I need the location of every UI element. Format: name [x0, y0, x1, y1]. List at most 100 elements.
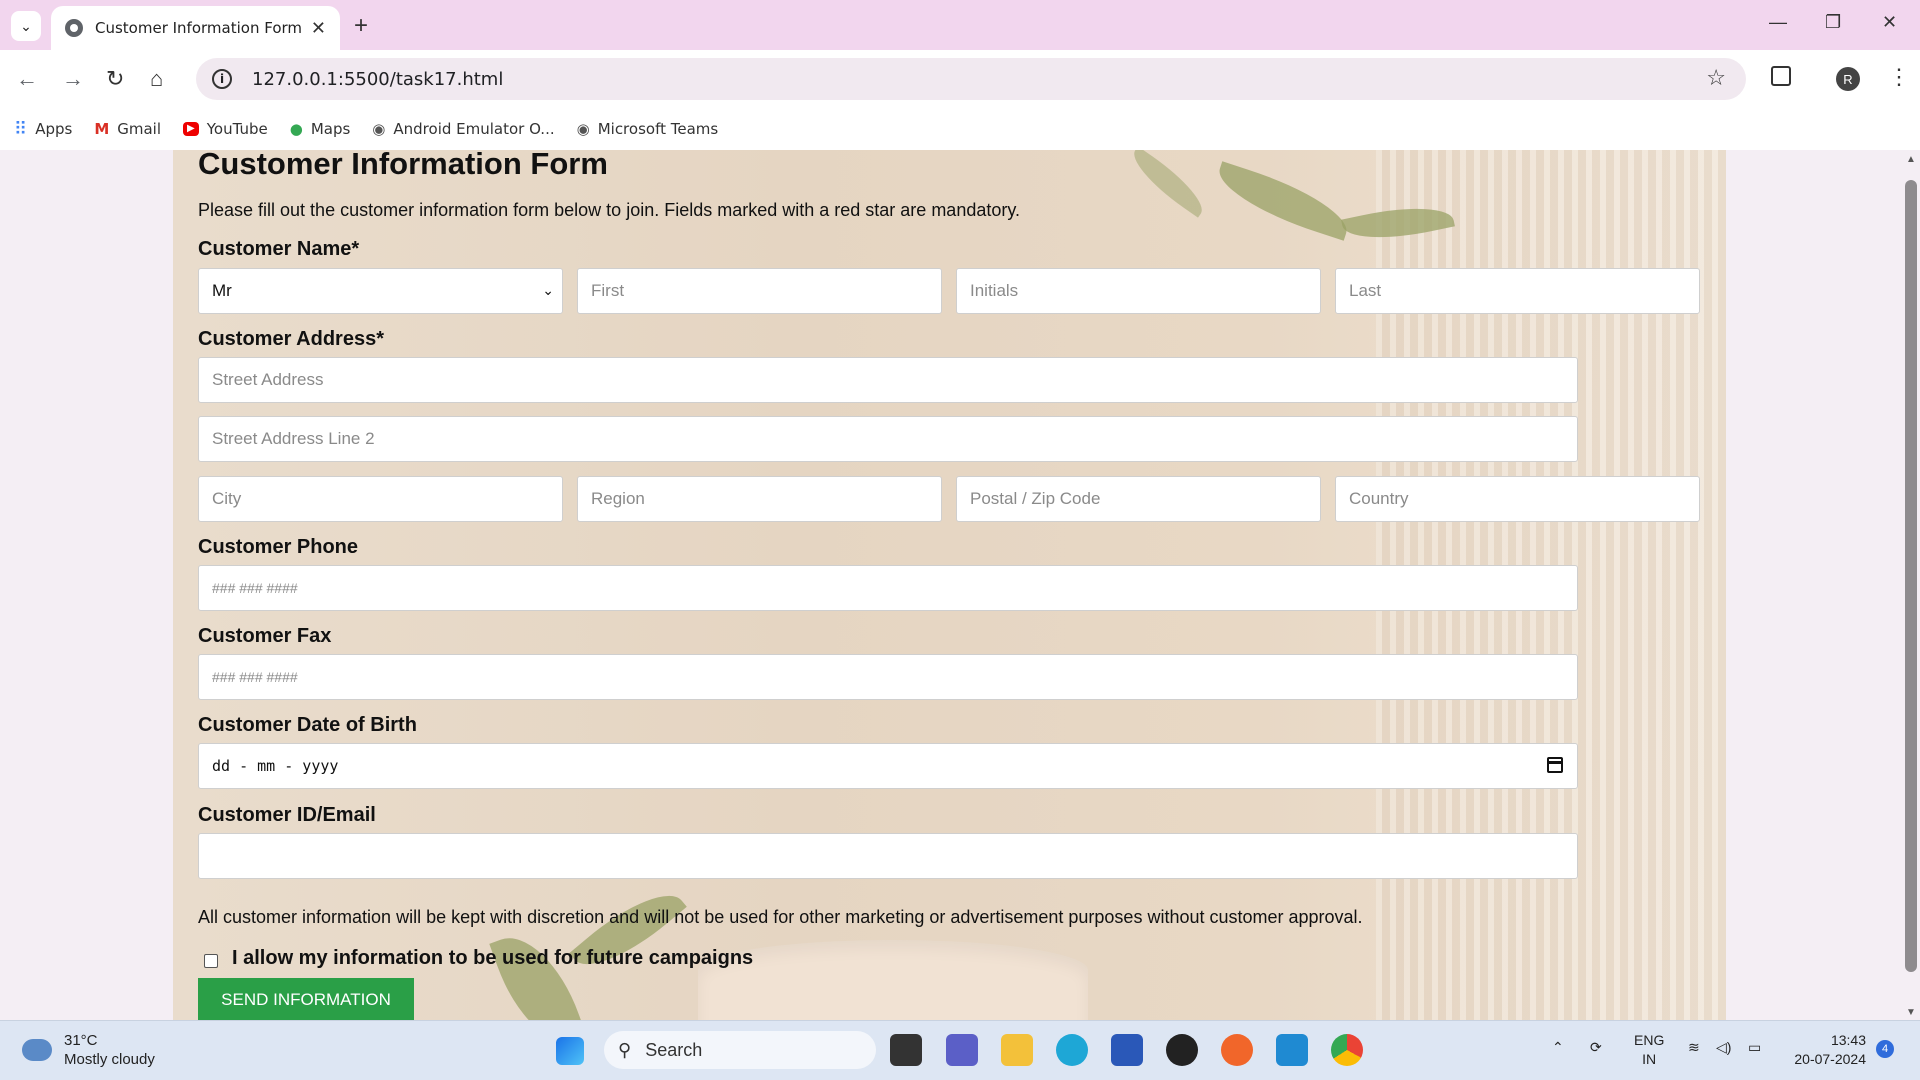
- bookmark-apps[interactable]: ⠿ Apps: [14, 119, 72, 140]
- calendar-icon[interactable]: [1547, 757, 1563, 773]
- firefox-icon[interactable]: [1221, 1034, 1253, 1066]
- taskbar-search[interactable]: ⚲ Search: [604, 1031, 876, 1069]
- new-tab-button[interactable]: +: [354, 12, 368, 40]
- chevron-up-icon[interactable]: ⌃: [1552, 1038, 1564, 1057]
- lang-bottom: IN: [1642, 1051, 1657, 1067]
- page-scrollbar[interactable]: ▲ ▼: [1902, 150, 1920, 1020]
- bookmark-label: Gmail: [117, 120, 162, 138]
- weather-widget[interactable]: 31°C Mostly cloudy: [22, 1031, 155, 1069]
- edge-icon[interactable]: [1056, 1034, 1088, 1066]
- file-explorer-icon[interactable]: [1001, 1034, 1033, 1066]
- lang-top: ENG: [1634, 1032, 1665, 1048]
- chevron-down-icon: ⌄: [20, 17, 32, 34]
- task-view-icon[interactable]: [890, 1034, 922, 1066]
- bookmark-star-icon[interactable]: ☆: [1706, 66, 1726, 91]
- wifi-icon[interactable]: ≋: [1688, 1038, 1700, 1057]
- chrome-icon[interactable]: [1331, 1034, 1363, 1066]
- scrollbar-thumb[interactable]: [1905, 180, 1917, 972]
- minimize-icon[interactable]: —: [1769, 12, 1787, 33]
- select-value: Mr: [212, 281, 232, 300]
- bookmark-teams[interactable]: ◉ Microsoft Teams: [577, 120, 719, 138]
- street-address-input[interactable]: Street Address: [198, 357, 1578, 403]
- site-info-icon[interactable]: i: [212, 69, 232, 89]
- customer-phone-label: Customer Phone: [198, 536, 359, 558]
- forward-icon[interactable]: →: [62, 66, 84, 92]
- url-text: 127.0.0.1:5500/task17.html: [252, 68, 504, 90]
- customer-fax-label: Customer Fax: [198, 625, 332, 647]
- scroll-up-icon[interactable]: ▲: [1906, 154, 1916, 165]
- browser-tab[interactable]: Customer Information Form ✕: [51, 6, 340, 50]
- last-name-input[interactable]: Last: [1335, 268, 1700, 314]
- browser-toolbar: ← → ↻ ⌂ i 127.0.0.1:5500/task17.html ☆ R…: [0, 50, 1920, 108]
- home-icon[interactable]: ⌂: [150, 66, 163, 92]
- placeholder: First: [591, 281, 625, 300]
- fax-input[interactable]: ### ### ####: [198, 654, 1578, 700]
- maps-pin-icon: ●: [289, 120, 303, 138]
- language-indicator[interactable]: ENG IN: [1634, 1031, 1664, 1069]
- globe-icon: [65, 19, 83, 37]
- chevron-down-icon: ⌄: [542, 282, 554, 298]
- bookmark-gmail[interactable]: M Gmail: [94, 120, 161, 138]
- search-label: Search: [645, 1039, 703, 1060]
- search-icon: ⚲: [618, 1039, 632, 1060]
- profile-avatar[interactable]: R: [1836, 67, 1860, 91]
- phone-input[interactable]: ### ### ####: [198, 565, 1578, 611]
- battery-icon[interactable]: ▭: [1748, 1038, 1761, 1057]
- dob-input[interactable]: dd - mm - yyyy: [198, 743, 1578, 789]
- notification-badge[interactable]: 4: [1876, 1040, 1894, 1058]
- placeholder: Street Address Line 2: [212, 429, 375, 448]
- initials-input[interactable]: Initials: [956, 268, 1321, 314]
- consent-label: I allow my information to be used for fu…: [232, 947, 754, 969]
- clock[interactable]: 13:43 20-07-2024: [1786, 1031, 1866, 1069]
- tab-title: Customer Information Form: [95, 19, 303, 37]
- menu-kebab-icon[interactable]: ⋮: [1888, 64, 1910, 90]
- bookmark-maps[interactable]: ● Maps: [290, 120, 351, 138]
- bookmarks-bar: ⠿ Apps M Gmail ▶ YouTube ● Maps ◉ Androi…: [0, 108, 1920, 150]
- form-background: Customer Information Form Please fill ou…: [173, 150, 1726, 1020]
- teams-chat-icon[interactable]: [946, 1034, 978, 1066]
- store-icon[interactable]: [1111, 1034, 1143, 1066]
- weather-text: Mostly cloudy: [64, 1051, 155, 1068]
- globe-icon: ◉: [576, 120, 590, 138]
- address-bar[interactable]: i 127.0.0.1:5500/task17.html ☆: [196, 58, 1746, 100]
- email-input[interactable]: [198, 833, 1578, 879]
- region-input[interactable]: Region: [577, 476, 942, 522]
- placeholder: City: [212, 489, 242, 508]
- placeholder: dd - mm - yyyy: [212, 757, 339, 775]
- bookmark-android-emulator[interactable]: ◉ Android Emulator O...: [372, 120, 554, 138]
- first-name-input[interactable]: First: [577, 268, 942, 314]
- restore-icon[interactable]: ❐: [1825, 12, 1841, 33]
- send-information-button[interactable]: SEND INFORMATION: [198, 978, 414, 1020]
- windows-start-icon[interactable]: [556, 1037, 584, 1065]
- country-input[interactable]: Country: [1335, 476, 1700, 522]
- bookmark-youtube[interactable]: ▶ YouTube: [183, 120, 268, 138]
- placeholder: Initials: [970, 281, 1019, 300]
- cloud-icon: [22, 1039, 52, 1061]
- street-address-line2-input[interactable]: Street Address Line 2: [198, 416, 1578, 462]
- scroll-down-icon[interactable]: ▼: [1906, 1007, 1916, 1018]
- close-tab-icon[interactable]: ✕: [311, 18, 326, 39]
- city-input[interactable]: City: [198, 476, 563, 522]
- extensions-icon[interactable]: [1771, 66, 1791, 86]
- postal-code-input[interactable]: Postal / Zip Code: [956, 476, 1321, 522]
- placeholder: Street Address: [212, 370, 324, 389]
- customer-dob-label: Customer Date of Birth: [198, 714, 417, 736]
- sync-icon[interactable]: ⟳: [1590, 1038, 1602, 1057]
- consent-checkbox[interactable]: [204, 954, 218, 968]
- apps-grid-icon: ⠿: [14, 118, 28, 140]
- form-intro: Please fill out the customer information…: [198, 200, 1021, 220]
- bookmark-label: Microsoft Teams: [597, 120, 719, 138]
- reload-icon[interactable]: ↻: [106, 66, 124, 92]
- tab-search-button[interactable]: ⌄: [11, 11, 41, 41]
- time: 13:43: [1830, 1032, 1866, 1048]
- bookmark-label: YouTube: [206, 120, 268, 138]
- vscode-icon[interactable]: [1276, 1034, 1308, 1066]
- leaf-decoration: [1210, 161, 1356, 241]
- volume-icon[interactable]: ◁): [1716, 1038, 1731, 1057]
- browser-tab-strip: ⌄ Customer Information Form ✕ + — ❐ ✕: [0, 0, 1920, 50]
- dell-icon[interactable]: [1166, 1034, 1198, 1066]
- back-icon[interactable]: ←: [16, 66, 38, 92]
- name-title-select[interactable]: Mr ⌄: [198, 268, 563, 314]
- page-viewport: Customer Information Form Please fill ou…: [0, 150, 1902, 1020]
- close-window-icon[interactable]: ✕: [1882, 12, 1897, 33]
